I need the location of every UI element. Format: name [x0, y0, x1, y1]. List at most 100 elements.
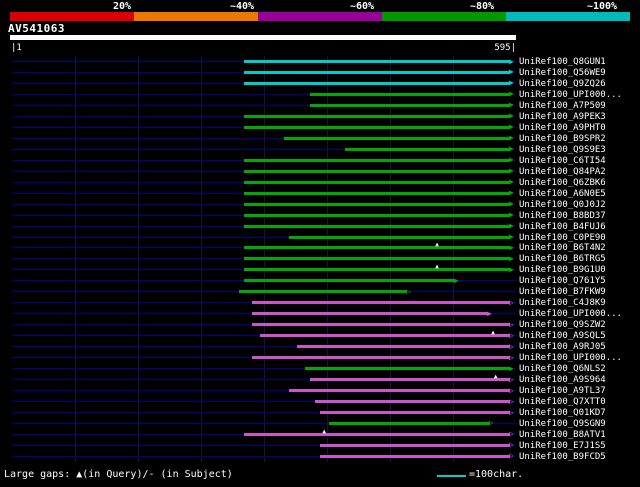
alignment-row: ▷ UniRef100_A9TL37: [0, 385, 640, 396]
hit-label[interactable]: UniRef100_Q9S9E3: [519, 145, 606, 155]
hit-bar[interactable]: [244, 158, 511, 162]
arrowhead-icon: ▶: [509, 221, 514, 231]
hit-label[interactable]: UniRef100_Q6NLS2: [519, 364, 606, 374]
hit-bar[interactable]: [244, 213, 511, 217]
alignment-row: ▶ UniRef100_B6TRG5: [0, 253, 640, 264]
hit-label[interactable]: UniRef100_A9PEK3: [519, 112, 606, 122]
hit-label[interactable]: UniRef100_Q761Y5: [519, 276, 606, 286]
hit-bar[interactable]: [244, 180, 511, 184]
alignment-row: ▶ UniRef100_Q0J0J2: [0, 199, 640, 210]
hit-label[interactable]: UniRef100_A9TL37: [519, 386, 606, 396]
alignment-row: ▶ UniRef100_Q8GUN1: [0, 56, 640, 67]
hit-label[interactable]: UniRef100_B6TRG5: [519, 254, 606, 264]
hit-bar[interactable]: [320, 443, 511, 447]
hit-label[interactable]: UniRef100_B9FCD5: [519, 452, 606, 462]
hit-label[interactable]: UniRef100_B8ATV1: [519, 430, 606, 440]
hit-bar[interactable]: [329, 421, 490, 425]
hit-bar[interactable]: [244, 114, 511, 118]
hit-bar[interactable]: [244, 432, 511, 436]
hit-label[interactable]: UniRef100_C6TI54: [519, 156, 606, 166]
hit-bar[interactable]: [244, 279, 455, 283]
hit-bar[interactable]: [309, 378, 511, 382]
hit-label[interactable]: UniRef100_C0PE90: [519, 233, 606, 243]
axis-end-label: 595|: [494, 43, 516, 53]
hit-label[interactable]: UniRef100_Q56WE9: [519, 68, 606, 78]
hit-bar[interactable]: [314, 400, 511, 404]
hit-bar[interactable]: [252, 301, 511, 305]
hit-bar[interactable]: [297, 345, 511, 349]
alignment-row: ▶ UniRef100_Q761Y5: [0, 275, 640, 286]
hit-bar[interactable]: [284, 136, 511, 140]
hit-label[interactable]: UniRef100_A9PHT0: [519, 123, 606, 133]
arrowhead-icon: ▶: [509, 166, 514, 176]
hit-bar[interactable]: [244, 202, 511, 206]
hit-label[interactable]: UniRef100_B7FKW9: [519, 287, 606, 297]
hit-label[interactable]: UniRef100_Q9SZW2: [519, 320, 606, 330]
hit-label[interactable]: UniRef100_B9SPR2: [519, 134, 606, 144]
hit-label[interactable]: UniRef100_A9S964: [519, 375, 606, 385]
arrowhead-icon: ▶: [509, 67, 514, 77]
hit-label[interactable]: UniRef100_B4FUJ6: [519, 222, 606, 232]
scale-segment: [134, 12, 258, 21]
hit-bar[interactable]: [244, 169, 511, 173]
hit-label[interactable]: UniRef100_Q84PA2: [519, 167, 606, 177]
arrowhead-icon: ▶: [509, 210, 514, 220]
hit-label[interactable]: UniRef100_B6T4N2: [519, 243, 606, 253]
hit-bar[interactable]: [244, 70, 511, 74]
hit-label[interactable]: UniRef100_UPI000...: [519, 90, 622, 100]
hit-bar[interactable]: [244, 224, 511, 228]
hit-label[interactable]: UniRef100_B8BD37: [519, 211, 606, 221]
gap-marker-icon: ▲: [493, 373, 498, 381]
hit-label[interactable]: UniRef100_UPI000...: [519, 353, 622, 363]
hit-bar[interactable]: [239, 290, 408, 294]
hit-label[interactable]: UniRef100_B9G1U0: [519, 265, 606, 275]
alignment-row: ▶ UniRef100_Q56WE9: [0, 67, 640, 78]
arrowhead-icon: ▶: [509, 177, 514, 187]
alignment-rows: ▶ UniRef100_Q8GUN1 ▶ UniRef100_Q56WE9 ▶ UniRe…: [0, 56, 640, 462]
hit-bar[interactable]: [244, 81, 511, 85]
hit-label[interactable]: UniRef100_Q8GUN1: [519, 57, 606, 67]
hit-label[interactable]: UniRef100_Q6ZBK6: [519, 178, 606, 188]
hit-bar[interactable]: [320, 411, 511, 414]
hit-bar[interactable]: [244, 268, 511, 272]
hit-bar[interactable]: [252, 312, 488, 316]
hit-label[interactable]: UniRef100_Q9SGN9: [519, 419, 606, 429]
hit-bar[interactable]: [344, 147, 511, 151]
hit-bar[interactable]: [289, 389, 511, 393]
alignment-row: ▶ UniRef100_B8BD37: [0, 210, 640, 221]
hit-label[interactable]: UniRef100_A6N0E5: [519, 189, 606, 199]
gap-marker-icon: ▲: [435, 241, 439, 249]
arrowhead-icon: ▶: [509, 264, 514, 274]
hit-label[interactable]: UniRef100_A9SQL5: [519, 331, 606, 341]
hit-bar[interactable]: [259, 334, 511, 338]
gap-marker-icon: ▲: [322, 427, 327, 435]
hit-bar[interactable]: [320, 454, 511, 458]
hit-label[interactable]: UniRef100_A7P509: [519, 101, 606, 111]
alignment-row: ▶ UniRef100_Q9ZQ26: [0, 78, 640, 89]
hit-label[interactable]: UniRef100_E7J1S5: [519, 441, 606, 451]
hit-bar[interactable]: [309, 92, 511, 96]
hit-label[interactable]: UniRef100_Q9ZQ26: [519, 79, 606, 89]
hit-bar[interactable]: [244, 246, 511, 250]
arrowhead-icon: ▶: [509, 155, 514, 165]
arrowhead-icon: ▷: [509, 385, 514, 395]
arrowhead-icon: ▷: [509, 440, 514, 450]
hit-label[interactable]: UniRef100_UPI000...: [519, 309, 622, 319]
hit-bar[interactable]: [309, 103, 511, 107]
hit-label[interactable]: UniRef100_Q7XTT0: [519, 397, 606, 407]
hit-bar[interactable]: [244, 191, 511, 195]
hit-bar[interactable]: [244, 125, 511, 129]
hit-bar[interactable]: [304, 367, 511, 371]
alignment-row: ▷ UniRef100_E7J1S5: [0, 440, 640, 451]
alignment-row: ▷ UniRef100_Q7XTT0: [0, 396, 640, 407]
hit-bar[interactable]: [252, 356, 511, 360]
hit-bar[interactable]: [252, 323, 511, 327]
hit-bar[interactable]: [289, 235, 511, 239]
hit-bar[interactable]: [244, 257, 511, 261]
hit-label[interactable]: UniRef100_Q01KD7: [519, 408, 606, 418]
hit-label[interactable]: UniRef100_A9RJ05: [519, 342, 606, 352]
alignment-row: ▶ UniRef100_B9SPR2: [0, 133, 640, 144]
hit-label[interactable]: UniRef100_Q0J0J2: [519, 200, 606, 210]
hit-bar[interactable]: [244, 60, 511, 63]
hit-label[interactable]: UniRef100_C4J8K9: [519, 298, 606, 308]
